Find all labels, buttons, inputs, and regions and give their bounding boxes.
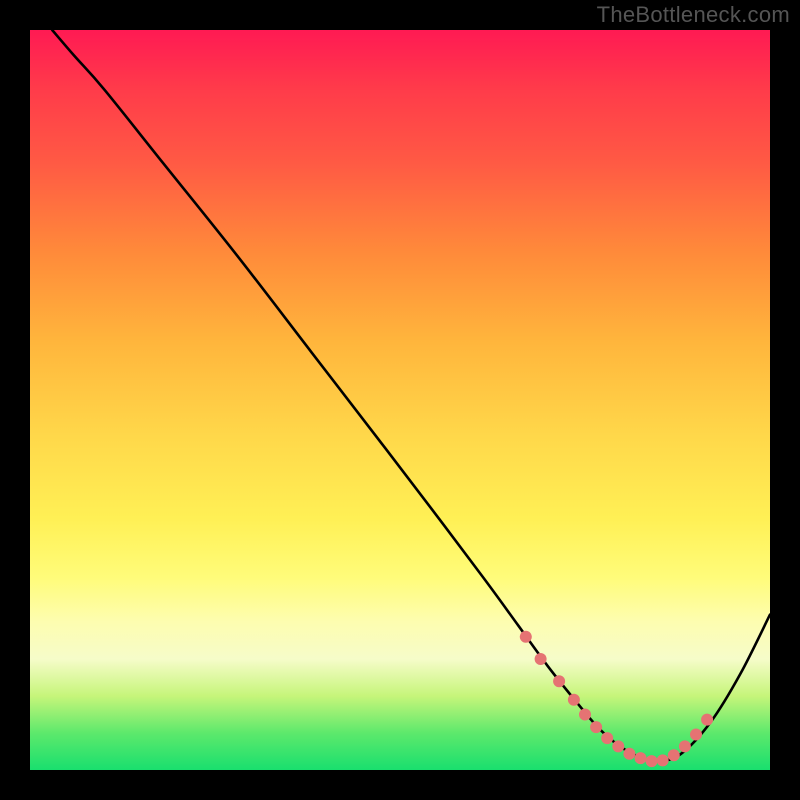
highlight-dot bbox=[679, 740, 691, 752]
highlight-dot bbox=[579, 709, 591, 721]
highlight-dot bbox=[590, 721, 602, 733]
curve-layer bbox=[30, 30, 770, 770]
highlight-dot bbox=[520, 631, 532, 643]
highlight-dot bbox=[623, 748, 635, 760]
highlight-dot bbox=[535, 653, 547, 665]
watermark-label: TheBottleneck.com bbox=[597, 2, 790, 28]
bottleneck-curve bbox=[52, 30, 770, 762]
chart-outer-frame: TheBottleneck.com bbox=[0, 0, 800, 800]
highlight-dot-group bbox=[520, 631, 713, 767]
highlight-dot bbox=[601, 732, 613, 744]
highlight-dot bbox=[701, 714, 713, 726]
highlight-dot bbox=[646, 755, 658, 767]
highlight-dot bbox=[568, 694, 580, 706]
plot-area bbox=[30, 30, 770, 770]
highlight-dot bbox=[668, 749, 680, 761]
highlight-dot bbox=[657, 754, 669, 766]
highlight-dot bbox=[612, 740, 624, 752]
highlight-dot bbox=[690, 728, 702, 740]
highlight-dot bbox=[635, 752, 647, 764]
highlight-dot bbox=[553, 675, 565, 687]
